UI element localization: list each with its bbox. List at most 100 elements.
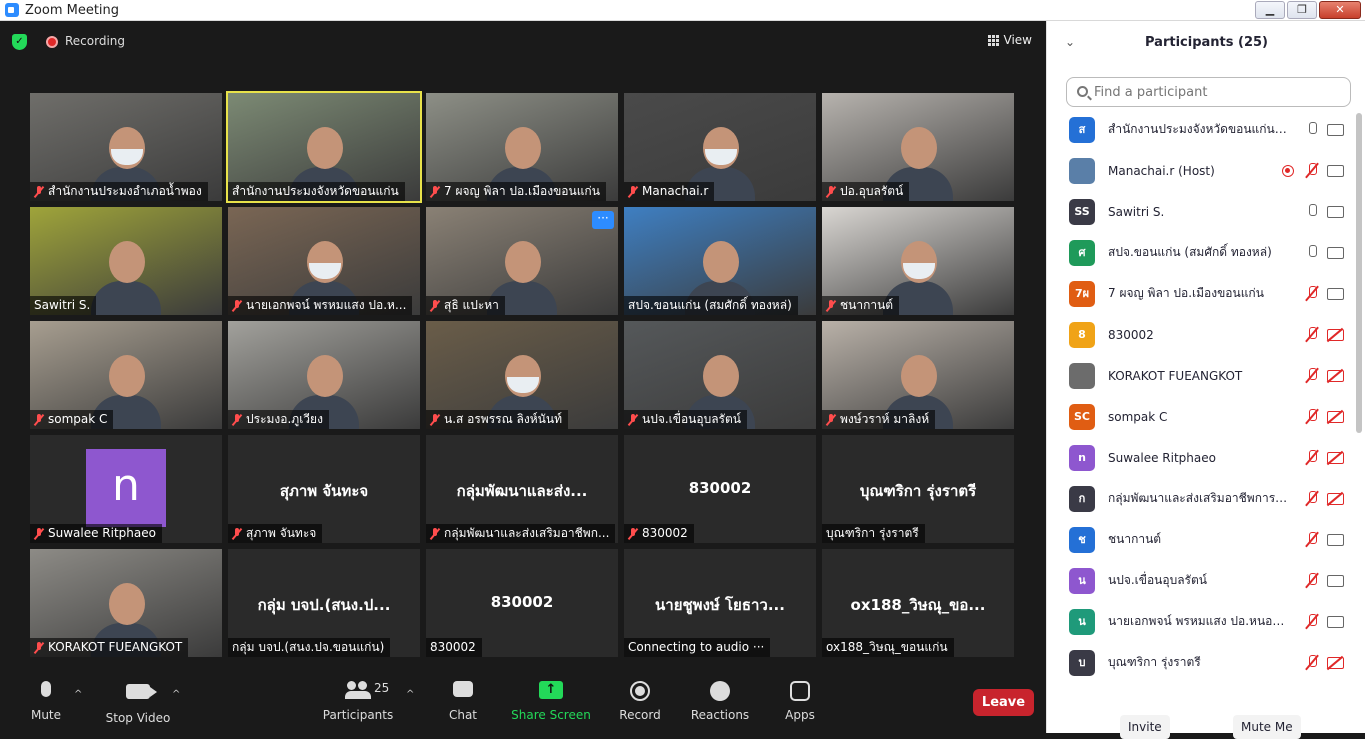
security-shield-icon[interactable]: ✓ — [12, 34, 27, 50]
participant-row[interactable]: ช ชนากานต์ — [1047, 519, 1355, 560]
video-tile[interactable]: ประมงอ.ภูเวียง — [228, 321, 420, 429]
muted-microphone-icon[interactable] — [1305, 285, 1319, 302]
chat-button[interactable]: Chat — [423, 681, 503, 722]
participants-scrollbar[interactable] — [1356, 113, 1362, 433]
participant-row[interactable]: 8 830002 — [1047, 314, 1355, 355]
microphone-icon[interactable] — [1305, 244, 1319, 261]
video-tile[interactable]: ชนากานต์ — [822, 207, 1014, 315]
participant-row[interactable]: ก กลุ่มพัฒนาและส่งเสริมอาชีพการประมง — [1047, 478, 1355, 519]
video-tile[interactable]: n Suwalee Ritphaeo — [30, 435, 222, 543]
muted-microphone-icon[interactable] — [1305, 162, 1319, 179]
video-tile[interactable]: sompak C — [30, 321, 222, 429]
video-options-caret[interactable]: ^ — [172, 689, 180, 700]
minimize-button[interactable]: ▁ — [1255, 1, 1285, 19]
participant-row[interactable]: SS Sawitri S. — [1047, 191, 1355, 232]
participant-avatar: SC — [1069, 403, 1095, 430]
video-camera-icon[interactable] — [1327, 533, 1344, 546]
video-tile[interactable]: กลุ่มพัฒนาและส่ง... กลุ่มพัฒนาและส่งเสริม… — [426, 435, 618, 543]
muted-microphone-icon[interactable] — [1305, 449, 1319, 466]
share-screen-button[interactable]: ↑ Share Screen — [511, 681, 591, 722]
audio-options-caret[interactable]: ^ — [74, 689, 82, 700]
video-off-icon[interactable] — [1327, 410, 1344, 423]
video-tile[interactable]: ox188_วิษณุ_ขอ... ox188_วิษณุ_ขอนแก่น — [822, 549, 1014, 657]
participant-name-text: นปจ.เขื่อนอุบลรัตน์ — [642, 412, 741, 426]
video-tile[interactable]: นปจ.เขื่อนอุบลรัตน์ — [624, 321, 816, 429]
video-camera-icon[interactable] — [1327, 123, 1344, 136]
microphone-icon[interactable] — [1305, 203, 1319, 220]
video-camera-icon[interactable] — [1327, 164, 1344, 177]
mute-button[interactable]: Mute — [6, 681, 86, 722]
participant-row[interactable]: KORAKOT FUEANGKOT — [1047, 355, 1355, 396]
participant-name-text: พงษ์วราห์ มาลิงห์ — [840, 412, 930, 426]
view-button[interactable]: View — [987, 33, 1032, 47]
video-tile[interactable]: Sawitri S. — [30, 207, 222, 315]
participant-row[interactable]: SC sompak C — [1047, 396, 1355, 437]
participant-row[interactable]: n Suwalee Ritphaeo — [1047, 437, 1355, 478]
muted-microphone-icon[interactable] — [1305, 490, 1319, 507]
video-off-icon[interactable] — [1327, 451, 1344, 464]
window-titlebar: Zoom Meeting ▁ ❐ ✕ — [0, 0, 1365, 21]
participant-row[interactable]: บ บุณฑริกา รุ่งราตรี — [1047, 642, 1355, 683]
video-tile[interactable]: 830002 830002 — [426, 549, 618, 657]
more-options-icon[interactable]: ··· — [592, 211, 614, 229]
video-camera-icon[interactable] — [1327, 205, 1344, 218]
mute-me-button[interactable]: Mute Me — [1233, 715, 1301, 739]
participant-name-label: Manachai.r — [624, 182, 715, 201]
muted-microphone-icon — [232, 527, 242, 540]
video-tile[interactable]: น.ส อรพรรณ ลิงห์นันท์ — [426, 321, 618, 429]
find-participant-input[interactable] — [1066, 77, 1351, 107]
muted-microphone-icon[interactable] — [1305, 326, 1319, 343]
participant-row[interactable]: 7ผ 7 ผจญ พิลา ปอ.เมืองขอนแก่น — [1047, 273, 1355, 314]
participant-row[interactable]: น นายเอกพจน์ พรหมแสง ปอ.หนองสองห้อง — [1047, 601, 1355, 642]
participant-row[interactable]: ส สำนักงานประมงจังหวัดขอนแก่น (Me) — [1047, 109, 1355, 150]
video-tile[interactable]: Manachai.r — [624, 93, 816, 201]
participants-options-caret[interactable]: ^ — [406, 689, 414, 700]
record-button[interactable]: Record — [600, 681, 680, 722]
video-tile[interactable]: กลุ่ม บจป.(สนง.ป... กลุ่ม บจป.(สนง.ปจ.ขอน… — [228, 549, 420, 657]
video-camera-icon[interactable] — [1327, 287, 1344, 300]
close-button[interactable]: ✕ — [1319, 1, 1361, 19]
video-tile[interactable]: 7 ผจญ พิลา ปอ.เมืองขอนแก่น — [426, 93, 618, 201]
participant-name: นปจ.เขื่อนอุบลรัตน์ — [1108, 573, 1207, 587]
maximize-button[interactable]: ❐ — [1287, 1, 1317, 19]
video-off-icon[interactable] — [1327, 369, 1344, 382]
video-tile[interactable]: สปจ.ขอนแก่น (สมศักดิ์ ทองหล่) — [624, 207, 816, 315]
participant-row[interactable]: น นปจ.เขื่อนอุบลรัตน์ — [1047, 560, 1355, 601]
video-camera-icon[interactable] — [1327, 615, 1344, 628]
video-tile[interactable]: สุภาพ จันทะจ สุภาพ จันทะจ — [228, 435, 420, 543]
video-off-icon[interactable] — [1327, 656, 1344, 669]
participant-name-text: KORAKOT FUEANGKOT — [48, 640, 183, 654]
muted-microphone-icon[interactable] — [1305, 613, 1319, 630]
video-off-icon[interactable] — [1327, 328, 1344, 341]
muted-microphone-icon[interactable] — [1305, 408, 1319, 425]
video-tile[interactable]: 830002 830002 — [624, 435, 816, 543]
video-tile[interactable]: พงษ์วราห์ มาลิงห์ — [822, 321, 1014, 429]
participant-avatar: ศ — [1069, 239, 1095, 266]
muted-microphone-icon[interactable] — [1305, 572, 1319, 589]
video-camera-icon[interactable] — [1327, 574, 1344, 587]
video-off-icon[interactable] — [1327, 492, 1344, 505]
video-camera-icon[interactable] — [1327, 246, 1344, 259]
stop-video-button[interactable]: Stop Video — [98, 681, 178, 725]
participant-row[interactable]: ศ สปจ.ขอนแก่น (สมศักดิ์ ทองหล่) — [1047, 232, 1355, 273]
video-tile[interactable]: บุณฑริกา รุ่งราตรี บุณฑริกา รุ่งราตรี — [822, 435, 1014, 543]
apps-button[interactable]: Apps — [760, 681, 840, 722]
video-tile[interactable]: นายชูพงษ์ โยธาว... Connecting to audio ··… — [624, 549, 816, 657]
participants-button[interactable]: 25 Participants — [318, 681, 398, 722]
video-tile[interactable]: ··· สุธิ แปะหา — [426, 207, 618, 315]
video-tile[interactable]: ปอ.อุบลรัตน์ — [822, 93, 1014, 201]
video-tile[interactable]: KORAKOT FUEANGKOT — [30, 549, 222, 657]
reactions-button[interactable]: Reactions — [680, 681, 760, 722]
muted-microphone-icon — [430, 185, 440, 198]
muted-microphone-icon[interactable] — [1305, 531, 1319, 548]
leave-button[interactable]: Leave — [973, 689, 1034, 716]
muted-microphone-icon[interactable] — [1305, 654, 1319, 671]
participant-row[interactable]: Manachai.r (Host) — [1047, 150, 1355, 191]
invite-button[interactable]: Invite — [1120, 715, 1170, 739]
video-tile[interactable]: นายเอกพจน์ พรหมแสง ปอ.ห... — [228, 207, 420, 315]
microphone-icon[interactable] — [1305, 121, 1319, 138]
muted-microphone-icon[interactable] — [1305, 367, 1319, 384]
video-tile[interactable]: สำนักงานประมงจังหวัดขอนแก่น — [226, 91, 422, 203]
video-tile[interactable]: สำนักงานประมงอำเภอน้ำพอง — [30, 93, 222, 201]
participant-avatar: ก — [1069, 485, 1095, 512]
